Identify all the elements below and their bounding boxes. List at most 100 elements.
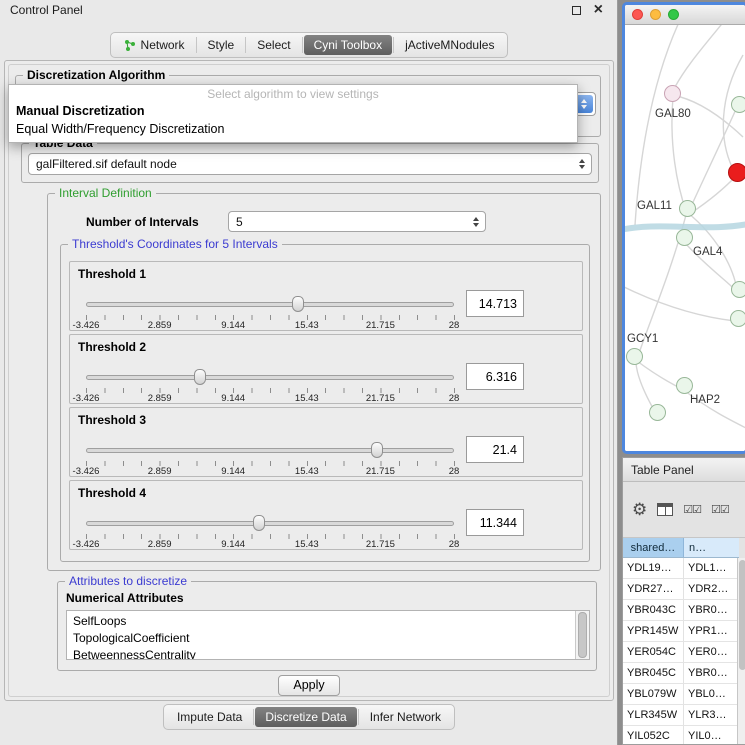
threshold-value-field[interactable]: 11.344 <box>466 509 524 536</box>
column-header-shared-name[interactable]: shared… <box>623 538 684 557</box>
cell-shared-name[interactable]: YER054C <box>623 642 684 662</box>
scale-label: 2.859 <box>148 466 172 477</box>
number-of-intervals-combobox[interactable]: 5 <box>228 211 486 232</box>
network-node[interactable] <box>649 404 666 421</box>
dropdown-hint: Select algorithm to view settings <box>9 85 577 102</box>
cell-shared-name[interactable]: YPR145W <box>623 621 684 641</box>
table-row[interactable]: YPR145W YPR1… <box>623 621 739 642</box>
slider-track[interactable] <box>86 448 454 453</box>
cell-name[interactable]: YBR0… <box>684 600 739 620</box>
table-panel-titlebar[interactable]: Table Panel <box>623 458 745 482</box>
network-node[interactable] <box>664 85 681 102</box>
cell-name[interactable]: YLR3… <box>684 705 739 725</box>
tab-infer-network[interactable]: Infer Network <box>360 707 451 727</box>
close-traffic-light[interactable] <box>632 9 643 20</box>
threshold-value-field[interactable]: 14.713 <box>466 290 524 317</box>
cell-shared-name[interactable]: YBL079W <box>623 684 684 704</box>
tab-separator <box>358 709 359 725</box>
threshold-slider[interactable] <box>86 369 454 385</box>
cell-name[interactable]: YBL0… <box>684 684 739 704</box>
network-node[interactable] <box>679 200 696 217</box>
network-window-titlebar[interactable] <box>625 5 745 25</box>
list-scrollbar[interactable] <box>575 611 589 659</box>
threshold-value-field[interactable]: 6.316 <box>466 363 524 390</box>
slider-thumb[interactable] <box>292 296 304 312</box>
threshold-slider[interactable] <box>86 515 454 531</box>
network-node[interactable] <box>731 96 745 113</box>
group-title: Threshold's Coordinates for 5 Intervals <box>68 237 282 251</box>
attributes-list[interactable]: SelfLoops TopologicalCoefficient Between… <box>66 610 590 660</box>
tab-label: Style <box>208 38 235 52</box>
scrollbar-thumb[interactable] <box>578 612 587 658</box>
tab-label: Impute Data <box>177 710 242 724</box>
table-row[interactable]: YLR345W YLR3… <box>623 705 739 726</box>
cell-shared-name[interactable]: YDR27… <box>623 579 684 599</box>
threshold-slider[interactable] <box>86 296 454 312</box>
table-row[interactable]: YER054C YER0… <box>623 642 739 663</box>
tab-label: Select <box>257 38 290 52</box>
minimize-traffic-light[interactable] <box>650 9 661 20</box>
tab-cyni-toolbox[interactable]: Cyni Toolbox <box>304 35 392 55</box>
cell-name[interactable]: YDL1… <box>684 558 739 578</box>
network-node[interactable] <box>676 229 693 246</box>
network-node[interactable] <box>626 348 643 365</box>
table-scrollbar[interactable] <box>737 558 745 744</box>
cell-name[interactable]: YPR1… <box>684 621 739 641</box>
slider-track[interactable] <box>86 375 454 380</box>
list-item[interactable]: TopologicalCoefficient <box>67 630 589 647</box>
scrollbar-thumb[interactable] <box>739 560 745 670</box>
filter-rows-icon[interactable]: ☑☑ <box>711 503 729 516</box>
cell-shared-name[interactable]: YIL052C <box>623 726 684 745</box>
columns-icon[interactable] <box>657 503 673 516</box>
table-row[interactable]: YDL19… YDL1… <box>623 558 739 579</box>
tab-discretize-data[interactable]: Discretize Data <box>255 707 356 727</box>
slider-thumb[interactable] <box>371 442 383 458</box>
cell-shared-name[interactable]: YBR043C <box>623 600 684 620</box>
cell-shared-name[interactable]: YLR345W <box>623 705 684 725</box>
slider-thumb[interactable] <box>194 369 206 385</box>
cell-shared-name[interactable]: YBR045C <box>623 663 684 683</box>
table-row[interactable]: YDR27… YDR2… <box>623 579 739 600</box>
zoom-traffic-light[interactable] <box>668 9 679 20</box>
gear-icon[interactable]: ⚙ <box>632 501 647 518</box>
scale-label: 15.43 <box>295 320 319 331</box>
close-icon[interactable]: × <box>594 5 603 15</box>
network-node[interactable] <box>730 310 745 327</box>
network-node[interactable] <box>731 281 745 298</box>
select-columns-icon[interactable]: ☑☑ <box>683 503 701 516</box>
column-header-name[interactable]: n… <box>684 538 739 557</box>
threshold-value-field[interactable]: 21.4 <box>466 436 524 463</box>
cell-shared-name[interactable]: YDL19… <box>623 558 684 578</box>
tab-style[interactable]: Style <box>198 35 245 55</box>
apply-button[interactable]: Apply <box>278 675 340 696</box>
tab-jactivemnodules[interactable]: jActiveMNodules <box>395 35 504 55</box>
cell-name[interactable]: YBR0… <box>684 663 739 683</box>
threshold-slider[interactable] <box>86 442 454 458</box>
network-node-highlighted[interactable] <box>728 163 745 182</box>
list-item[interactable]: BetweennessCentrality <box>67 647 589 660</box>
tab-impute-data[interactable]: Impute Data <box>167 707 252 727</box>
list-item[interactable]: SelfLoops <box>67 613 589 630</box>
tab-select[interactable]: Select <box>247 35 300 55</box>
tab-label: Cyni Toolbox <box>314 38 382 52</box>
float-window-icon[interactable] <box>572 6 581 15</box>
table-data-combobox[interactable]: galFiltered.sif default node <box>28 153 592 175</box>
cell-name[interactable]: YER0… <box>684 642 739 662</box>
table-row[interactable]: YBR045C YBR0… <box>623 663 739 684</box>
cell-name[interactable]: YIL0… <box>684 726 739 745</box>
cell-name[interactable]: YDR2… <box>684 579 739 599</box>
slider-scale: -3.426 2.859 9.144 15.43 21.715 28 <box>86 539 454 550</box>
network-node[interactable] <box>676 377 693 394</box>
slider-track[interactable] <box>86 521 454 526</box>
table-row[interactable]: YBL079W YBL0… <box>623 684 739 705</box>
table-row[interactable]: YIL052C YIL0… <box>623 726 739 745</box>
slider-thumb[interactable] <box>253 515 265 531</box>
combobox-stepper-icon <box>575 159 591 169</box>
tab-network[interactable]: Network <box>114 35 195 55</box>
dropdown-option-manual-discretization[interactable]: Manual Discretization <box>9 102 577 120</box>
table-row[interactable]: YBR043C YBR0… <box>623 600 739 621</box>
dropdown-option-equal-width-frequency[interactable]: Equal Width/Frequency Discretization <box>9 120 577 138</box>
slider-track[interactable] <box>86 302 454 307</box>
network-canvas[interactable]: GAL80 GAL11 GAL4 GCY1 HAP2 <box>625 25 745 451</box>
control-panel-titlebar[interactable]: Control Panel × <box>0 0 617 20</box>
